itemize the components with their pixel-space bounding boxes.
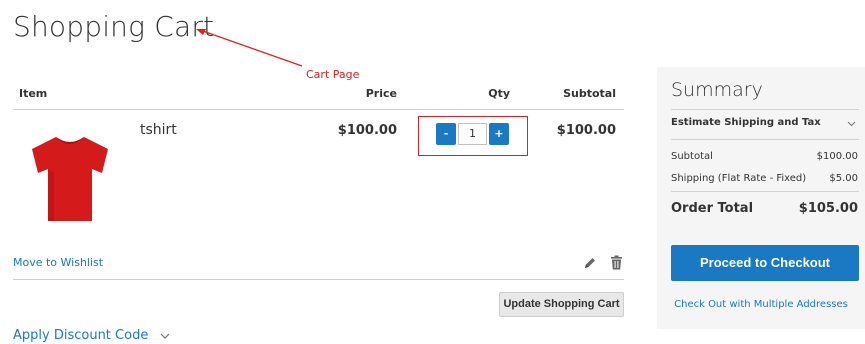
annotation-label: Cart Page xyxy=(306,68,360,81)
move-to-wishlist-link[interactable]: Move to Wishlist xyxy=(13,256,103,269)
update-shopping-cart-button[interactable]: Update Shopping Cart xyxy=(499,292,624,317)
chevron-down-icon[interactable] xyxy=(847,119,856,128)
chevron-down-icon xyxy=(161,333,170,339)
summary-shipping-label: Shipping (Flat Rate - Fixed) xyxy=(671,173,807,184)
trash-icon[interactable] xyxy=(610,255,623,270)
qty-input[interactable]: 1 xyxy=(458,123,487,145)
header-qty: Qty xyxy=(488,87,510,100)
qty-decrement-button[interactable]: - xyxy=(436,123,456,145)
header-divider xyxy=(13,109,624,110)
actions-divider xyxy=(13,279,624,280)
header-subtotal: Subtotal xyxy=(563,87,616,100)
summary-shipping-value: $5.00 xyxy=(829,173,858,184)
summary-shipping-divider xyxy=(671,139,859,140)
item-price: $100.00 xyxy=(337,123,397,138)
pencil-icon[interactable] xyxy=(583,256,597,270)
order-total-value: $105.00 xyxy=(798,201,858,216)
summary-subtotal-label: Subtotal xyxy=(671,151,713,162)
header-item: Item xyxy=(19,87,48,100)
apply-discount-label: Apply Discount Code xyxy=(13,328,149,343)
summary-title: Summary xyxy=(671,79,763,101)
product-name[interactable]: tshirt xyxy=(140,122,177,138)
item-subtotal: $100.00 xyxy=(556,123,616,138)
order-total-label: Order Total xyxy=(671,201,754,216)
header-price: Price xyxy=(365,87,397,100)
proceed-to-checkout-button[interactable]: Proceed to Checkout xyxy=(671,245,859,281)
apply-discount-toggle[interactable]: Apply Discount Code xyxy=(13,328,170,343)
checkout-multiple-addresses-link[interactable]: Check Out with Multiple Addresses xyxy=(657,299,865,310)
qty-increment-button[interactable]: + xyxy=(489,123,509,145)
tshirt-image[interactable] xyxy=(28,133,112,225)
estimate-shipping-toggle[interactable]: Estimate Shipping and Tax xyxy=(671,117,821,128)
order-summary-panel: Summary Estimate Shipping and Tax Subtot… xyxy=(657,67,865,329)
summary-subtotal-value: $100.00 xyxy=(816,151,858,162)
summary-title-divider xyxy=(671,109,859,110)
summary-total-divider xyxy=(671,191,859,192)
